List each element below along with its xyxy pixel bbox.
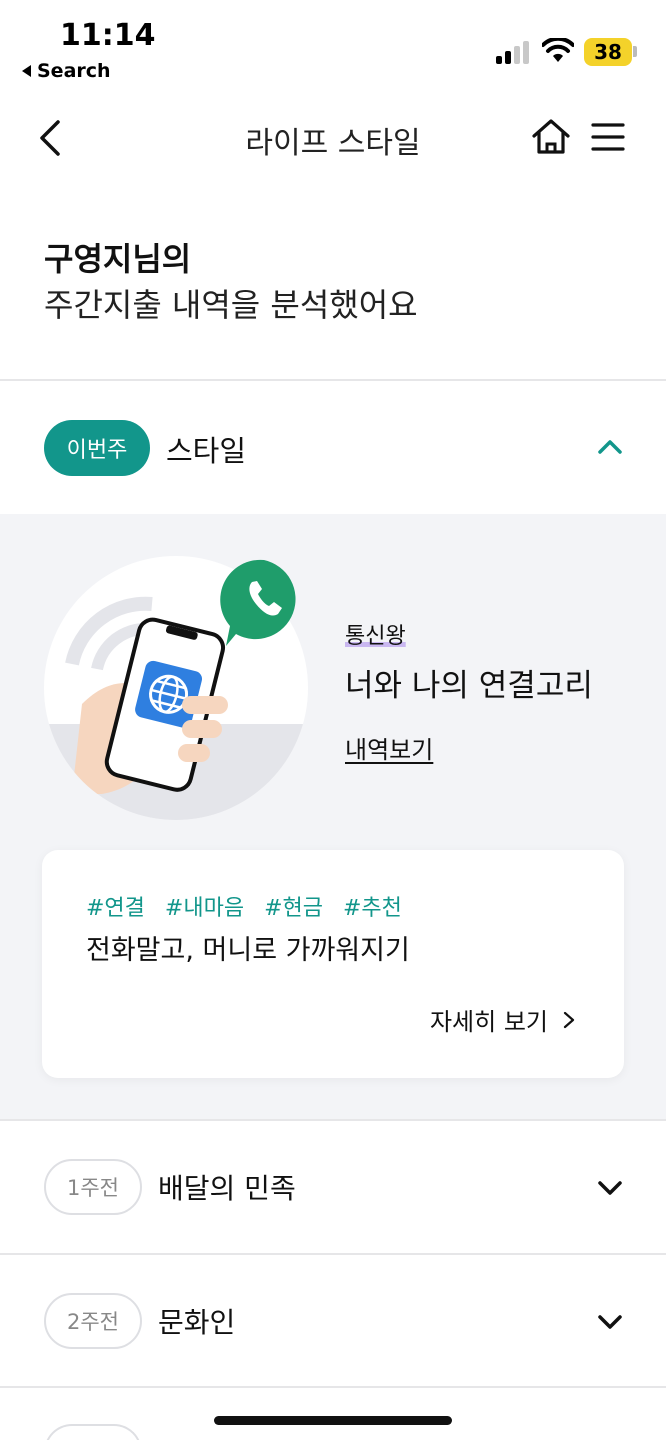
past-week-row[interactable]: 2주전 문화인 bbox=[0, 1255, 666, 1387]
section-divider bbox=[0, 1386, 666, 1388]
see-details-button[interactable]: 자세히 보기 bbox=[430, 1002, 576, 1037]
chevron-right-icon bbox=[563, 1011, 575, 1028]
user-name-heading: 구영지님의 bbox=[44, 240, 192, 278]
recommendation-card[interactable]: #연결 #내마음 #현금 #추천 전화말고, 머니로 가까워지기 자세히 보기 bbox=[42, 850, 624, 1078]
wifi-icon bbox=[542, 38, 574, 62]
past-week-title: 배달의 민족 bbox=[158, 1172, 296, 1205]
status-time: 11:14 bbox=[60, 18, 156, 53]
navigation-bar: 라이프 스타일 bbox=[0, 100, 666, 176]
hamburger-menu-icon[interactable] bbox=[590, 120, 626, 154]
analysis-heading: 구영지님의 주간지출 내역을 분석했어요 bbox=[44, 236, 418, 328]
week-badge: 2주전 bbox=[44, 1293, 142, 1349]
past-week-title: 문화인 bbox=[158, 1306, 236, 1339]
hashtag-list: #연결 #내마음 #현금 #추천 bbox=[86, 890, 402, 922]
hashtag: #내마음 bbox=[164, 896, 245, 921]
current-week-panel: 통신왕 너와 나의 연결고리 내역보기 #연결 #내마음 #현금 #추천 전화말… bbox=[0, 514, 666, 1120]
home-indicator bbox=[214, 1416, 452, 1425]
back-to-search-link[interactable]: Search bbox=[22, 60, 111, 82]
hashtag: #현금 bbox=[264, 896, 323, 921]
style-title: 너와 나의 연결고리 bbox=[345, 668, 593, 704]
see-details-label: 자세히 보기 bbox=[429, 1008, 548, 1036]
partial-week-badge bbox=[44, 1424, 142, 1440]
recommendation-title: 전화말고, 머니로 가까워지기 bbox=[86, 935, 410, 966]
heading-subtitle: 주간지출 내역을 분석했어요 bbox=[44, 286, 418, 324]
back-triangle-icon bbox=[22, 65, 31, 77]
past-week-row[interactable]: 1주전 배달의 민족 bbox=[0, 1121, 666, 1253]
chevron-down-icon[interactable] bbox=[596, 1177, 624, 1199]
phone-call-illustration bbox=[44, 556, 308, 820]
history-link[interactable]: 내역보기 bbox=[345, 730, 433, 765]
current-week-header[interactable]: 이번주 스타일 bbox=[0, 382, 666, 514]
section-divider bbox=[0, 379, 666, 381]
back-to-search-label: Search bbox=[37, 60, 111, 82]
status-bar: 11:14 Search 38 bbox=[0, 0, 666, 92]
current-week-title: 스타일 bbox=[166, 434, 247, 468]
cellular-signal-icon bbox=[496, 40, 532, 64]
chevron-down-icon[interactable] bbox=[596, 1311, 624, 1333]
hashtag: #연결 bbox=[86, 896, 145, 921]
battery-indicator: 38 bbox=[584, 38, 632, 66]
battery-cap bbox=[633, 46, 637, 57]
style-subtitle: 통신왕 bbox=[345, 624, 406, 649]
this-week-badge: 이번주 bbox=[44, 420, 150, 476]
chevron-up-icon[interactable] bbox=[596, 436, 624, 458]
home-icon[interactable] bbox=[530, 116, 572, 158]
hashtag: #추천 bbox=[343, 896, 402, 921]
week-badge: 1주전 bbox=[44, 1159, 142, 1215]
